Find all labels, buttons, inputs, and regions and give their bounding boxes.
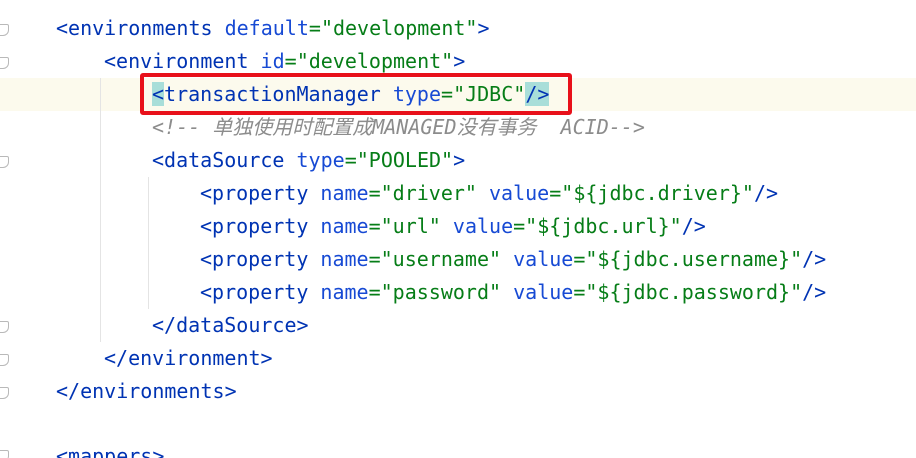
tag-close-bracket: /> xyxy=(681,214,706,238)
attribute-equals: = xyxy=(284,49,297,73)
code-line-8[interactable]: <property name="username" value="${jdbc.… xyxy=(200,243,826,276)
attribute-equals: = xyxy=(368,181,381,205)
tag-close-bracket: /> xyxy=(802,280,827,304)
tag-close-bracket: > xyxy=(260,346,273,370)
tag-name: environments xyxy=(68,16,213,40)
tag-close-bracket: > xyxy=(477,16,490,40)
code-line-5[interactable]: <dataSource type="POOLED"> xyxy=(152,144,465,177)
attribute-name: default xyxy=(224,16,309,40)
indent-guide xyxy=(148,177,149,309)
attribute-name: name xyxy=(320,181,369,205)
annotation-highlight-box xyxy=(140,73,572,115)
attribute-equals: = xyxy=(549,181,562,205)
tag-open-bracket: < xyxy=(152,148,165,172)
attribute-value: "username" xyxy=(380,247,502,271)
tag-close-bracket: > xyxy=(224,379,237,403)
tag-name: property xyxy=(212,247,309,271)
tag-name: environments xyxy=(80,379,225,403)
tag-open-bracket: </ xyxy=(104,346,129,370)
tag-open-bracket: < xyxy=(104,49,117,73)
attribute-name: name xyxy=(320,280,369,304)
tag-name: dataSource xyxy=(164,148,285,172)
attribute-equals: = xyxy=(573,247,586,271)
code-line-10[interactable]: </dataSource> xyxy=(152,309,309,342)
code-line-1[interactable]: <environments default="development"> xyxy=(56,12,490,45)
tag-close-bracket: /> xyxy=(753,181,779,205)
tag-name: environment xyxy=(116,49,249,73)
attribute-value: "${jdbc.url}" xyxy=(525,214,682,238)
attribute-value: "development" xyxy=(296,49,454,73)
attribute-name: value xyxy=(489,181,550,205)
attribute-name: value xyxy=(513,247,574,271)
tag-open-bracket: < xyxy=(200,280,213,304)
attribute-equals: = xyxy=(573,280,586,304)
attribute-name: name xyxy=(320,247,369,271)
tag-name: property xyxy=(212,214,309,238)
tag-name: environment xyxy=(128,346,261,370)
attribute-value: "development" xyxy=(320,16,478,40)
tag-open-bracket: < xyxy=(56,16,69,40)
code-line-7[interactable]: <property name="url" value="${jdbc.url}"… xyxy=(200,210,706,243)
attribute-equals: = xyxy=(368,280,381,304)
tag-name: dataSource xyxy=(176,313,297,337)
indent-guide xyxy=(100,78,101,342)
code-line-11[interactable]: </environment> xyxy=(104,342,273,375)
tag-close-bracket: > xyxy=(453,148,466,172)
tag-open-bracket: < xyxy=(56,444,69,458)
attribute-value: "driver" xyxy=(380,181,477,205)
tag-name: property xyxy=(212,280,309,304)
tag-open-bracket: < xyxy=(200,247,213,271)
code-line-12[interactable]: </environments> xyxy=(56,375,237,408)
code-line-6[interactable]: <property name="driver" value="${jdbc.dr… xyxy=(200,177,778,210)
tag-open-bracket: < xyxy=(200,214,213,238)
tag-close-bracket: /> xyxy=(802,247,827,271)
attribute-value: "${jdbc.username}" xyxy=(585,247,803,271)
attribute-name: type xyxy=(296,148,345,172)
attribute-equals: = xyxy=(308,16,321,40)
tag-name: property xyxy=(212,181,309,205)
tag-close-bracket: > xyxy=(296,313,309,337)
attribute-equals: = xyxy=(368,214,381,238)
attribute-value: "password" xyxy=(380,280,502,304)
tag-open-bracket: </ xyxy=(152,313,177,337)
code-line-9[interactable]: <property name="password" value="${jdbc.… xyxy=(200,276,826,309)
attribute-equals: = xyxy=(368,247,381,271)
xml-comment: <!-- 单独使用时配置成MANAGED没有事务 ACID--> xyxy=(152,115,645,139)
code-line-4-comment[interactable]: <!-- 单独使用时配置成MANAGED没有事务 ACID--> xyxy=(152,111,645,144)
attribute-name: value xyxy=(513,280,574,304)
attribute-equals: = xyxy=(344,148,357,172)
attribute-name: value xyxy=(452,214,514,238)
attribute-equals: = xyxy=(513,214,526,238)
code-editor[interactable]: <environments default="development"> <en… xyxy=(0,0,916,458)
attribute-value: "${jdbc.password}" xyxy=(585,280,803,304)
tag-close-bracket: > xyxy=(453,49,466,73)
fold-marker-icon[interactable] xyxy=(0,450,9,458)
attribute-name: name xyxy=(320,214,369,238)
tag-name: mappers xyxy=(68,444,153,458)
tag-close-bracket: > xyxy=(152,444,165,458)
attribute-value: "${jdbc.driver}" xyxy=(561,181,754,205)
attribute-value: "url" xyxy=(380,214,441,238)
code-line-14[interactable]: <mappers> xyxy=(56,440,164,458)
attribute-name: id xyxy=(260,49,285,73)
tag-open-bracket: < xyxy=(200,181,213,205)
tag-open-bracket: </ xyxy=(56,379,81,403)
attribute-value: "POOLED" xyxy=(356,148,454,172)
